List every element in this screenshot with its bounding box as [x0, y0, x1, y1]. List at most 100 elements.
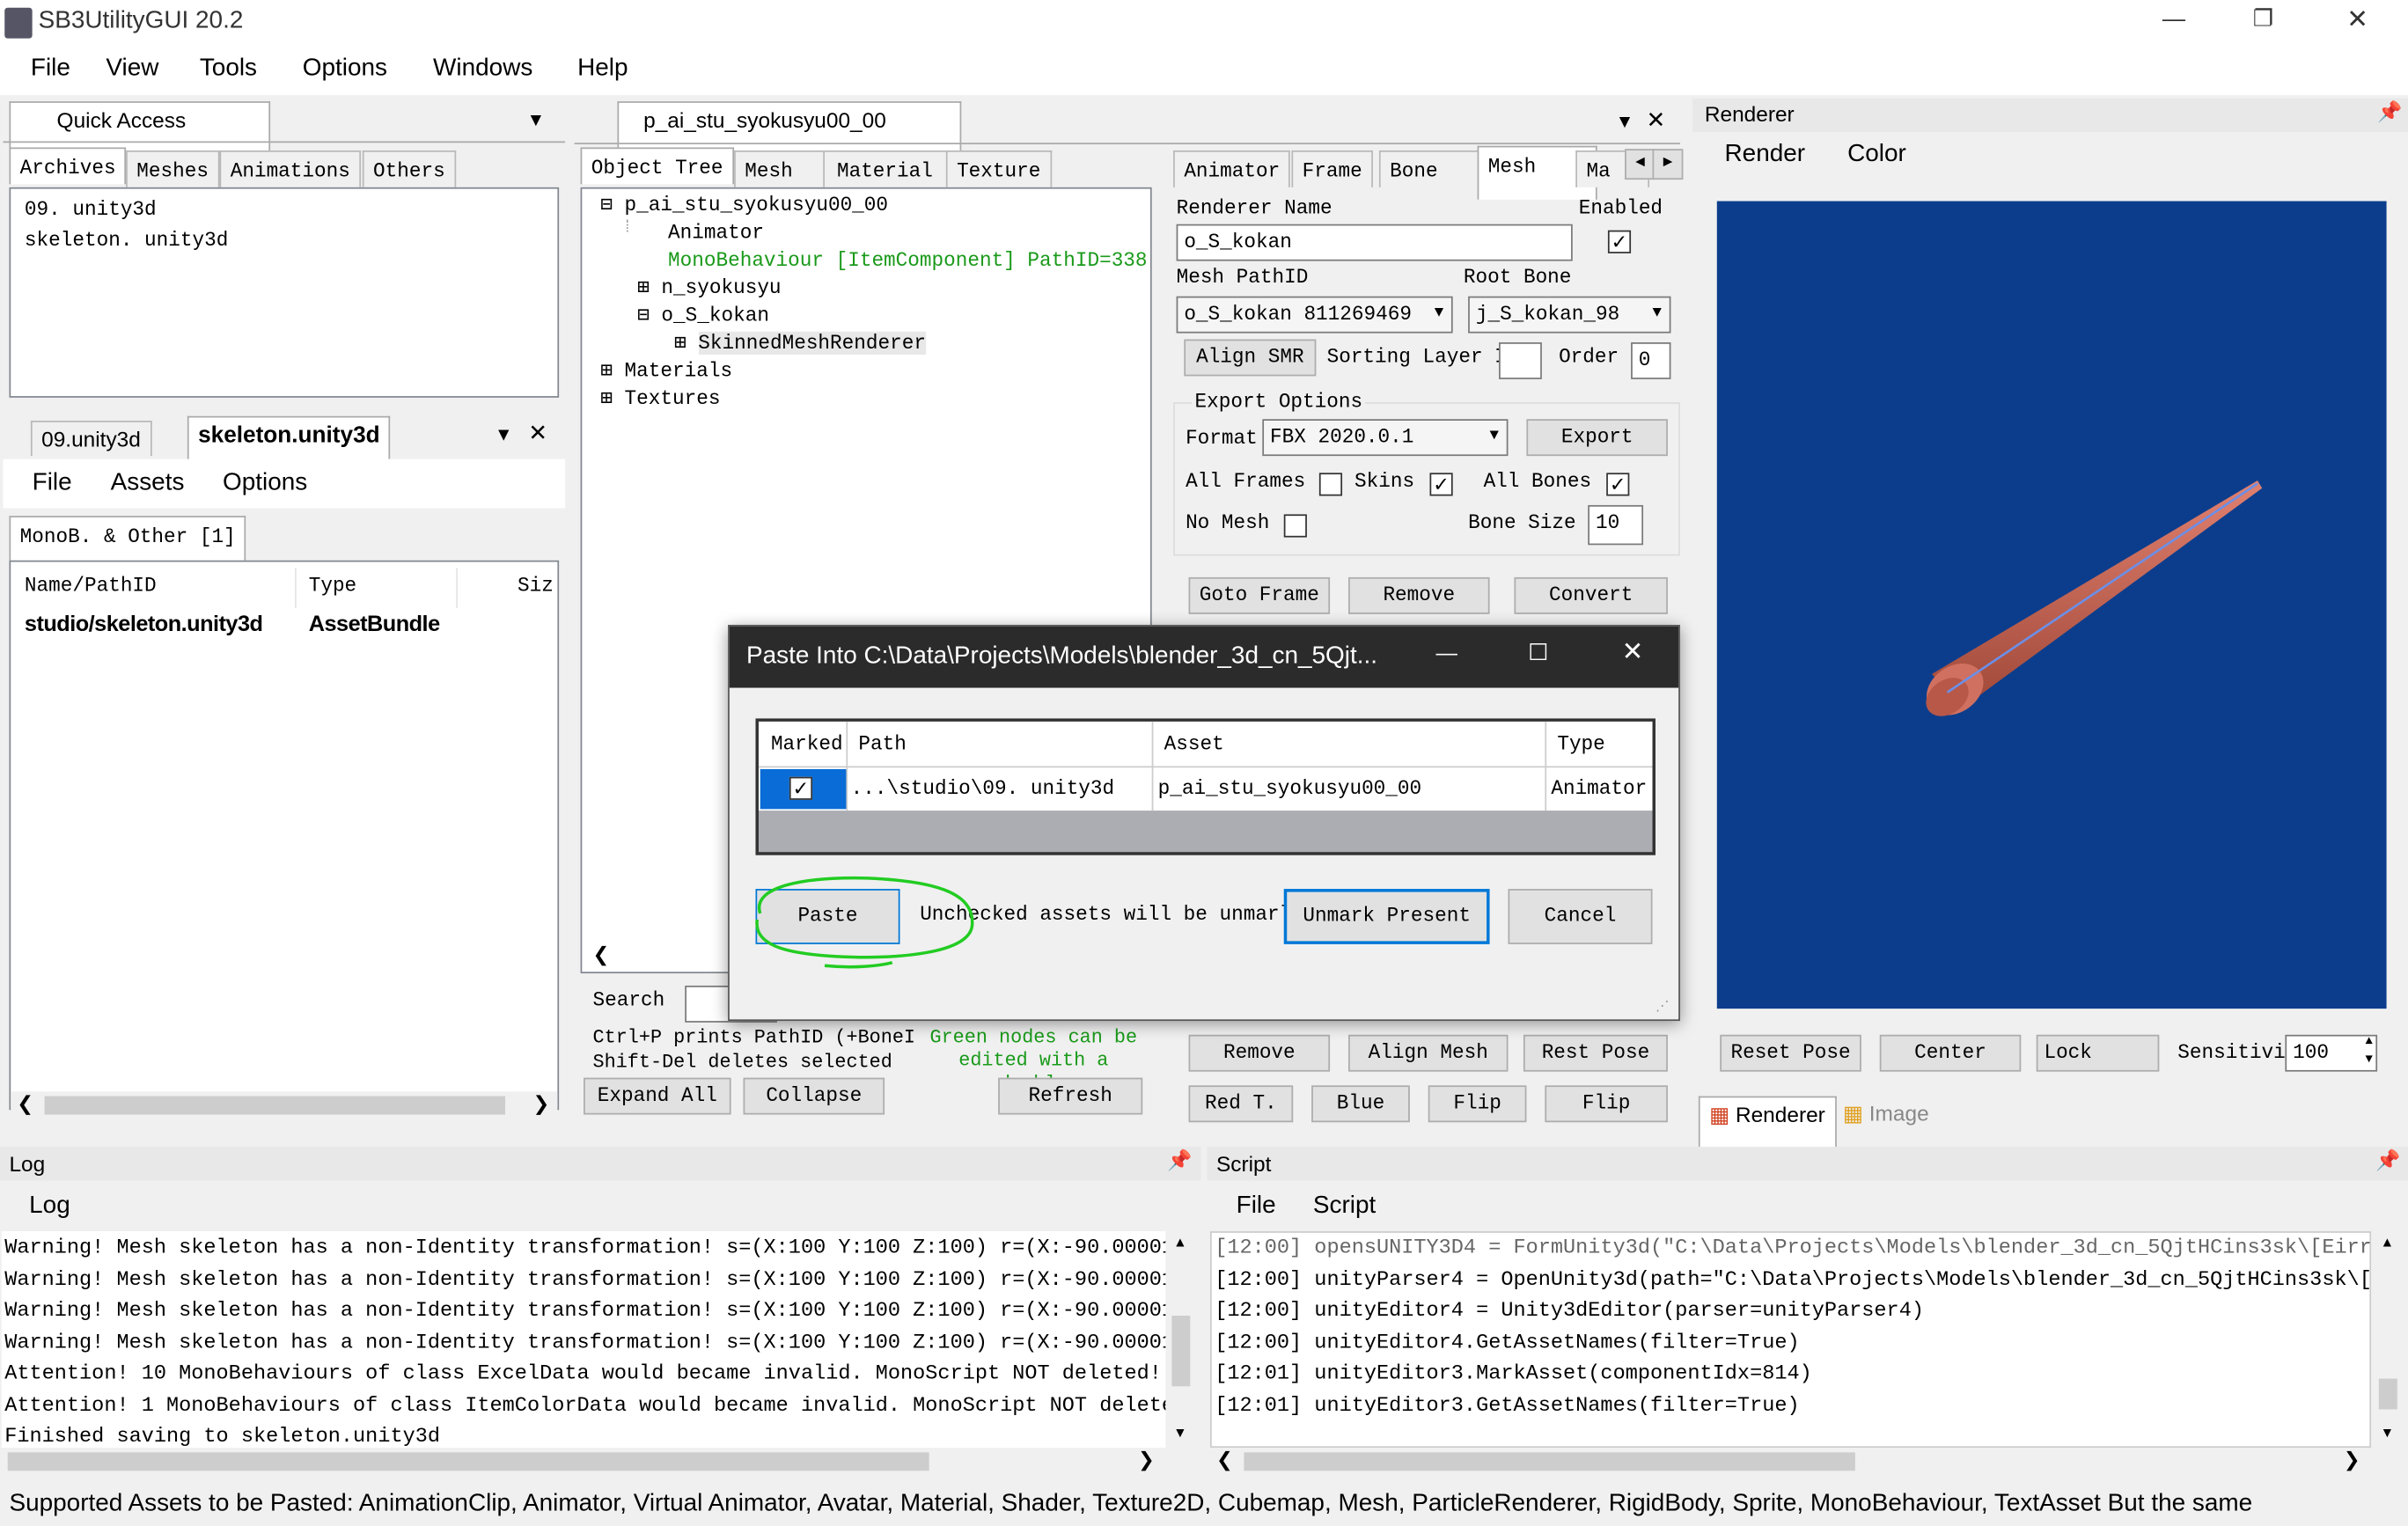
log-vertical-scrollbar[interactable]: ▲ ▼ — [1167, 1231, 1195, 1449]
tree-node-smr[interactable]: ⊞ SkinnedMeshRenderer — [674, 331, 926, 355]
column-header-type[interactable]: Type — [309, 574, 356, 597]
renderer-menu-render[interactable]: Render — [1725, 141, 1806, 168]
col-path[interactable]: Path — [858, 732, 906, 755]
script-menu-file[interactable]: File — [1237, 1192, 1276, 1220]
scroll-right-icon[interactable]: ❯ — [532, 1091, 549, 1116]
col-marked[interactable]: Marked — [771, 732, 843, 755]
align-smr-button[interactable]: Align SMR — [1184, 339, 1317, 377]
tab-renderer[interactable]: ▦ Renderer — [1698, 1096, 1837, 1148]
flip-button-1[interactable]: Flip — [1428, 1085, 1527, 1123]
sorting-layer-input[interactable] — [1499, 342, 1542, 379]
tab-document[interactable]: p_ai_stu_syokusyu00_00 — [617, 101, 962, 154]
close-icon[interactable]: ✕ — [1647, 106, 1666, 134]
convert-button[interactable]: Convert — [1514, 576, 1668, 614]
scroll-right-icon[interactable]: ❯ — [2344, 1448, 2360, 1472]
tree-node-n-syokusyu[interactable]: ⊞ n_syokusyu — [637, 276, 781, 299]
close-icon[interactable]: ✕ — [528, 419, 547, 447]
center-button[interactable]: Center — [1879, 1034, 2022, 1072]
tab-object-tree[interactable]: Object Tree — [580, 147, 734, 185]
file-menu-file[interactable]: File — [33, 470, 72, 497]
dialog-maximize-button[interactable]: ☐ — [1528, 639, 1548, 666]
menu-options[interactable]: Options — [303, 55, 387, 83]
refresh-button[interactable]: Refresh — [998, 1077, 1143, 1115]
menu-view[interactable]: View — [106, 55, 158, 83]
restore-button[interactable]: ❐ — [2253, 4, 2273, 33]
col-type[interactable]: Type — [1557, 732, 1604, 755]
menu-tools[interactable]: Tools — [200, 55, 257, 83]
menu-windows[interactable]: Windows — [433, 55, 532, 83]
sensitivity-input[interactable]: 100 ▲ ▼ — [2285, 1034, 2378, 1072]
scroll-left-icon[interactable]: ❮ — [17, 1091, 33, 1116]
tree-node-o-s-kokan[interactable]: ⊟ o_S_kokan — [637, 304, 769, 326]
tab-animator[interactable]: Animator — [1173, 150, 1291, 187]
table-row[interactable]: studio/skeleton.unity3d AssetBundle — [25, 611, 547, 642]
dialog-minimize-button[interactable]: — — [1435, 640, 1457, 664]
script-vertical-scrollbar[interactable]: ▲ ▼ — [2374, 1231, 2403, 1449]
remove-mesh-button[interactable]: Remove — [1188, 1034, 1331, 1072]
red-button[interactable]: Red T. — [1188, 1085, 1294, 1123]
script-menu-script[interactable]: Script — [1313, 1192, 1376, 1220]
export-button[interactable]: Export — [1526, 419, 1668, 457]
tree-node-materials[interactable]: ⊞ Materials — [600, 359, 732, 382]
minimize-button[interactable]: — — [2162, 6, 2185, 33]
tree-node-monobehaviour[interactable]: MonoBehaviour [ItemComponent] PathID=338 — [668, 249, 1148, 272]
renderer-menu-color[interactable]: Color — [1847, 141, 1906, 168]
log-horizontal-scrollbar[interactable]: ❯ — [1, 1448, 1166, 1476]
panel-dropdown-icon[interactable]: ▼ — [495, 423, 513, 444]
skins-checkbox[interactable]: ✓ — [1429, 473, 1453, 496]
marked-checkbox[interactable]: ✓ — [789, 776, 813, 800]
pin-icon[interactable]: 📌 — [1167, 1148, 1192, 1173]
tab-09-unity3d[interactable]: 09.unity3d — [30, 420, 152, 457]
format-select[interactable]: FBX 2020.0.1 ▼ — [1262, 419, 1509, 457]
quick-access-dropdown-icon[interactable]: ▼ — [527, 109, 546, 130]
horizontal-scrollbar[interactable]: ❮ ❯ — [11, 1091, 558, 1119]
renderer-name-input[interactable]: o_S_kokan — [1176, 224, 1573, 261]
pin-icon[interactable]: 📌 — [2377, 99, 2402, 124]
tab-monob-other[interactable]: MonoB. & Other [1] — [9, 516, 246, 567]
tab-meshes[interactable]: Meshes — [126, 150, 220, 187]
column-header-name[interactable]: Name/PathID — [25, 574, 157, 597]
tab-quick-access[interactable]: Quick Access — [9, 101, 271, 152]
script-horizontal-scrollbar[interactable]: ❮ ❯ — [1209, 1448, 2372, 1476]
collapse-button[interactable]: Collapse — [743, 1077, 885, 1115]
rest-pose-button[interactable]: Rest Pose — [1523, 1034, 1668, 1072]
tab-texture[interactable]: Texture — [945, 150, 1052, 187]
flip-button-2[interactable]: Flip — [1545, 1085, 1668, 1123]
tab-others[interactable]: Others — [362, 150, 456, 187]
spinner-icon[interactable]: ▲ ▼ — [2365, 1037, 2372, 1070]
list-item[interactable]: skeleton. unity3d — [25, 229, 228, 252]
all-bones-checkbox[interactable]: ✓ — [1606, 473, 1630, 496]
tree-node-root[interactable]: ⊟ p_ai_stu_syokusyu00_00 — [600, 194, 888, 216]
tree-node-animator[interactable]: Animator — [668, 221, 764, 244]
tab-archives[interactable]: Archives — [9, 147, 127, 185]
dialog-close-button[interactable]: ✕ — [1622, 637, 1644, 668]
tab-image[interactable]: ▦ Image — [1843, 1101, 1929, 1127]
menu-help[interactable]: Help — [577, 55, 628, 83]
menu-file[interactable]: File — [31, 55, 70, 83]
tab-scroll-left-button[interactable]: ◀ — [1625, 149, 1656, 180]
all-frames-checkbox[interactable] — [1318, 473, 1343, 496]
goto-frame-button[interactable]: Goto Frame — [1188, 576, 1331, 614]
log-menu[interactable]: Log — [29, 1192, 70, 1220]
bone-size-input[interactable]: 10 — [1588, 504, 1644, 546]
pin-icon[interactable]: 📌 — [2375, 1148, 2400, 1173]
close-window-button[interactable]: ✕ — [2346, 4, 2368, 35]
cancel-button[interactable]: Cancel — [1508, 889, 1653, 944]
mesh-pathid-select[interactable]: o_S_kokan 811269469 ▼ — [1176, 296, 1453, 334]
enabled-checkbox[interactable]: ✓ — [1607, 230, 1632, 253]
tree-node-textures[interactable]: ⊞ Textures — [600, 387, 720, 410]
table-row[interactable]: ✓ ...\studio\09. unity3d p_ai_stu_syokus… — [759, 767, 1653, 811]
file-menu-assets[interactable]: Assets — [111, 470, 185, 497]
blue-button[interactable]: Blue — [1311, 1085, 1410, 1123]
scroll-left-icon[interactable]: ❮ — [593, 943, 610, 967]
column-header-size[interactable]: Siz — [518, 574, 554, 597]
list-item[interactable]: 09. unity3d — [25, 198, 157, 221]
reset-pose-button[interactable]: Reset Pose — [1720, 1034, 1861, 1072]
remove-button[interactable]: Remove — [1348, 576, 1490, 614]
col-asset[interactable]: Asset — [1164, 732, 1224, 755]
unmark-present-button[interactable]: Unmark Present — [1283, 889, 1490, 944]
tab-scroll-right-button[interactable]: ▶ — [1652, 149, 1684, 180]
scroll-right-icon[interactable]: ❯ — [1138, 1448, 1155, 1472]
lock-button[interactable]: Lock — [2036, 1034, 2160, 1072]
file-menu-options[interactable]: Options — [223, 470, 307, 497]
